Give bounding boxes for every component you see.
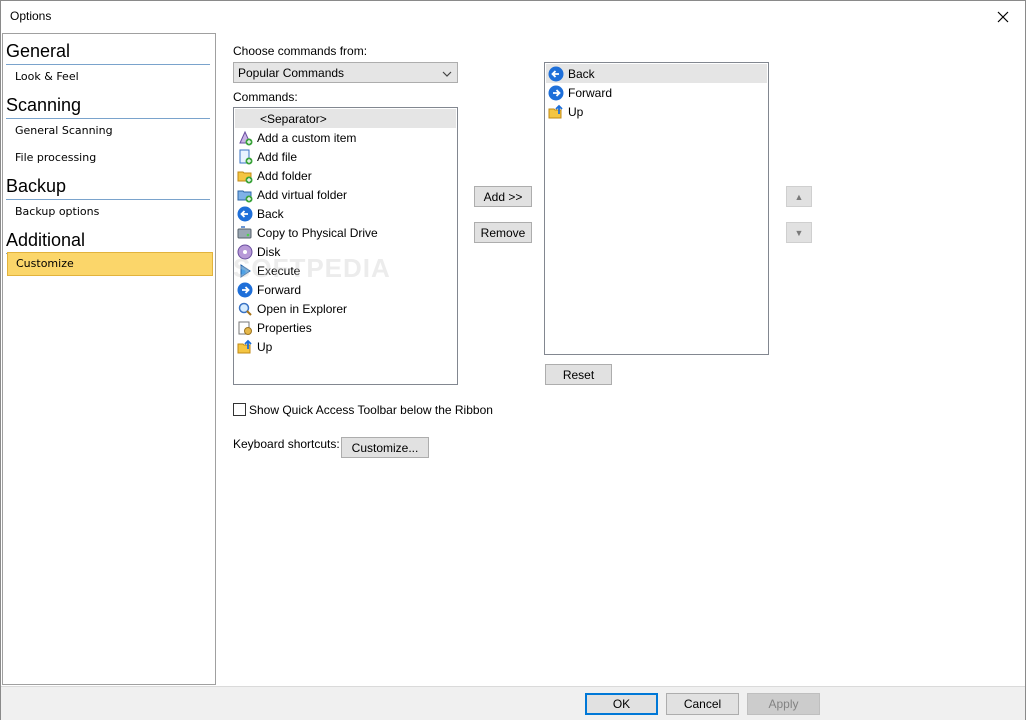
reset-button[interactable]: Reset — [545, 364, 612, 385]
remove-button[interactable]: Remove — [474, 222, 532, 243]
list-item[interactable]: Properties — [235, 318, 312, 337]
sidebar-group-general: General — [6, 40, 210, 65]
options-dialog: Options General Look & Feel Scanning Gen… — [0, 0, 1026, 720]
triangle-down-icon: ▼ — [794, 227, 804, 238]
options-sidebar: General Look & Feel Scanning General Sca… — [2, 33, 216, 685]
commands-source-value: Popular Commands — [238, 66, 345, 80]
cancel-button[interactable]: Cancel — [666, 693, 739, 715]
quick-access-checkbox[interactable] — [233, 403, 246, 416]
dialog-footer: OK Cancel Apply — [1, 686, 1025, 720]
quick-access-label: Show Quick Access Toolbar below the Ribb… — [249, 403, 493, 417]
up-folder-icon — [548, 104, 564, 120]
sidebar-group-backup: Backup — [6, 175, 210, 200]
commands-source-dropdown[interactable]: Popular Commands — [233, 62, 458, 83]
back-arrow-icon — [548, 66, 564, 82]
title-bar: Options — [1, 1, 1025, 32]
list-item[interactable]: Add a custom item — [235, 128, 356, 147]
sidebar-item-general-scanning[interactable]: General Scanning — [15, 124, 113, 138]
add-folder-icon — [237, 168, 253, 184]
sidebar-item-backup-options[interactable]: Backup options — [15, 205, 99, 219]
sidebar-group-scanning: Scanning — [6, 94, 210, 119]
toolbar-commands-list[interactable]: Back Forward Up — [544, 62, 769, 355]
list-item[interactable]: <Separator> — [235, 109, 456, 128]
sidebar-item-customize[interactable]: Customize — [7, 252, 213, 276]
properties-icon — [237, 320, 253, 336]
list-item[interactable]: Add folder — [235, 166, 312, 185]
add-file-icon — [237, 149, 253, 165]
triangle-up-icon: ▲ — [794, 191, 804, 202]
close-icon[interactable] — [981, 1, 1025, 32]
copy-drive-icon — [237, 225, 253, 241]
sidebar-group-additional: Additional — [6, 229, 210, 254]
window-title: Options — [10, 9, 52, 23]
move-down-button[interactable]: ▼ — [786, 222, 812, 243]
list-item[interactable]: Copy to Physical Drive — [235, 223, 378, 242]
custom-item-icon — [237, 130, 253, 146]
commands-label: Commands: — [233, 90, 298, 104]
commands-list[interactable]: <Separator> Add a custom item Add file A… — [233, 107, 458, 385]
list-item[interactable]: Add file — [235, 147, 297, 166]
add-virtual-folder-icon — [237, 187, 253, 203]
sidebar-item-look-feel[interactable]: Look & Feel — [15, 70, 79, 84]
apply-button[interactable]: Apply — [747, 693, 820, 715]
list-item[interactable]: Up — [546, 102, 583, 121]
list-item[interactable]: Back — [546, 64, 767, 83]
watermark: SOFTPEDIA — [233, 253, 391, 283]
chevron-down-icon — [442, 67, 452, 81]
add-button[interactable]: Add >> — [474, 186, 532, 207]
keyboard-shortcuts-label: Keyboard shortcuts: — [233, 437, 340, 451]
move-up-button[interactable]: ▲ — [786, 186, 812, 207]
explorer-icon — [237, 301, 253, 317]
choose-commands-label: Choose commands from: — [233, 44, 368, 58]
customize-shortcuts-button[interactable]: Customize... — [341, 437, 429, 458]
list-item[interactable]: Up — [235, 337, 272, 356]
list-item[interactable]: Forward — [546, 83, 612, 102]
back-arrow-icon — [237, 206, 253, 222]
list-item[interactable]: Add virtual folder — [235, 185, 347, 204]
list-item[interactable]: Back — [235, 204, 284, 223]
up-folder-icon — [237, 339, 253, 355]
sidebar-item-file-processing[interactable]: File processing — [15, 151, 96, 165]
ok-button[interactable]: OK — [585, 693, 658, 715]
list-item[interactable]: Open in Explorer — [235, 299, 347, 318]
forward-arrow-icon — [548, 85, 564, 101]
